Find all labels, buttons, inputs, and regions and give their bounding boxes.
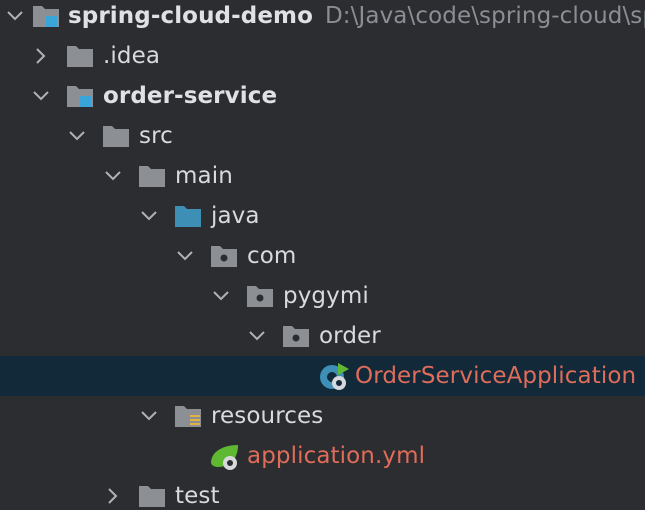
tree-item-label: java [211,203,260,229]
tree-row-idea[interactable]: .idea [0,36,645,76]
chevron-down-icon[interactable] [246,325,268,347]
tree-row-resources[interactable]: resources [0,396,645,436]
chevron-down-icon[interactable] [66,125,88,147]
spring-boot-class-icon [318,361,350,391]
tree-item-label: com [247,243,297,269]
tree-item-label: test [175,483,220,509]
package-icon [246,283,274,309]
tree-row-test[interactable]: test [0,476,645,510]
source-folder-icon [174,203,202,229]
chevron-down-icon[interactable] [4,5,26,27]
root-name: spring-cloud-demo [68,3,313,29]
tree-item-label: .idea [103,43,161,69]
chevron-right-icon[interactable] [102,485,124,507]
tree-row-java[interactable]: java [0,196,645,236]
chevron-down-icon[interactable] [174,245,196,267]
folder-icon [138,483,166,509]
tree-root-label: spring-cloud-demo D:\Java\code\spring-clo… [68,0,645,36]
chevron-down-icon[interactable] [102,165,124,187]
tree-item-label: application.yml [247,443,426,469]
chevron-down-icon[interactable] [138,405,160,427]
tree-row-application-yml[interactable]: application.yml [0,436,645,476]
tree-item-label: resources [211,403,324,429]
root-path: D:\Java\code\spring-cloud\sp [325,3,645,29]
tree-row-pygymi[interactable]: pygymi [0,276,645,316]
module-folder-icon [32,3,60,29]
chevron-down-icon[interactable] [138,205,160,227]
module-folder-icon [66,83,94,109]
chevron-right-icon[interactable] [30,45,52,67]
project-tree: spring-cloud-demo D:\Java\code\spring-clo… [0,0,645,510]
tree-item-label: OrderServiceApplication [355,363,637,389]
tree-row-main[interactable]: main [0,156,645,196]
resources-folder-icon [174,403,202,429]
package-icon [210,243,238,269]
tree-item-label: order [319,323,381,349]
tree-item-label: main [175,163,233,189]
tree-item-label: src [139,123,173,149]
tree-row-com[interactable]: com [0,236,645,276]
folder-icon [138,163,166,189]
tree-item-label: order-service [103,83,278,109]
tree-row-src[interactable]: src [0,116,645,156]
chevron-down-icon[interactable] [30,85,52,107]
spring-config-icon [208,441,242,471]
tree-row-order[interactable]: order [0,316,645,356]
tree-row-root[interactable]: spring-cloud-demo D:\Java\code\spring-clo… [0,0,645,36]
tree-row-order-service-application[interactable]: OrderServiceApplication [0,356,645,396]
tree-item-label: pygymi [283,283,369,309]
folder-icon [102,123,130,149]
folder-icon [66,43,94,69]
tree-row-order-service[interactable]: order-service [0,76,645,116]
chevron-down-icon[interactable] [210,285,232,307]
package-icon [282,323,310,349]
